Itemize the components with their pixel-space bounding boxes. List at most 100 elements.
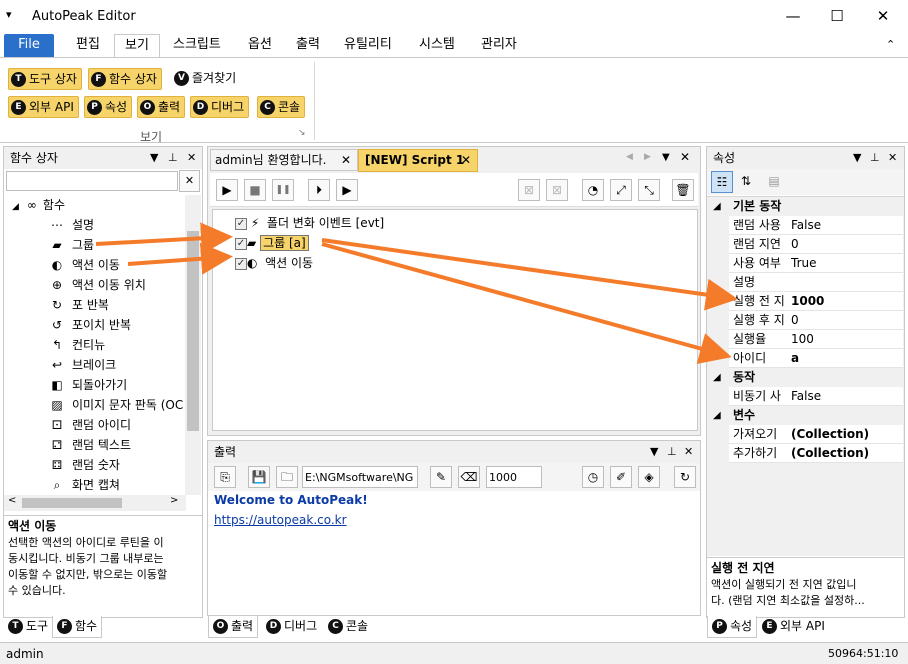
panel-dropdown-icon[interactable]: ▼ <box>150 147 158 169</box>
panel-dropdown-icon[interactable]: ▼ <box>650 441 658 463</box>
tab-admin[interactable]: 관리자 <box>471 34 527 58</box>
property-row[interactable]: 실행 전 지 1000 <box>707 292 903 311</box>
panel-close-icon[interactable]: ✕ <box>888 147 897 169</box>
timer-button[interactable]: ◔ <box>582 179 604 201</box>
property-category[interactable]: ◢ 기본 동작 <box>707 197 903 216</box>
property-row[interactable]: 가져오기 (Collection) <box>707 425 903 444</box>
maximize-button[interactable]: ☐ <box>814 0 860 32</box>
function-item[interactable]: ⚃ 랜덤 숫자 <box>50 455 120 475</box>
tab-toolbox[interactable]: T 도구 <box>4 616 52 638</box>
toolbox-button[interactable]: T 도구 상자 <box>8 68 82 90</box>
script-item-group[interactable]: ✓ ▰ 그룹 [a] <box>235 234 309 252</box>
panel-dropdown-icon[interactable]: ▼ <box>853 147 861 169</box>
property-category[interactable]: ◢ 변수 <box>707 406 903 425</box>
panel-pin-icon[interactable]: ⊥ <box>168 147 178 169</box>
tab-file[interactable]: File <box>4 34 54 58</box>
panel-pin-icon[interactable]: ⊥ <box>870 147 880 169</box>
property-pages-icon[interactable]: ▤ <box>763 171 785 193</box>
external-api-button[interactable]: E 외부 API <box>8 96 79 118</box>
property-row[interactable]: 비동기 사 False <box>707 387 903 406</box>
favorites-button[interactable]: V 즐겨찾기 <box>174 68 236 90</box>
property-row[interactable]: 랜덤 사용 False <box>707 216 903 235</box>
function-item[interactable]: ↰ 컨티뉴 <box>50 335 105 355</box>
tab-output-pane[interactable]: O 출력 <box>208 616 259 638</box>
save-button[interactable]: 💾 <box>248 466 270 488</box>
property-row[interactable]: 추가하기 (Collection) <box>707 444 903 463</box>
open-folder-button[interactable]: 🗀 <box>276 466 298 488</box>
tab-utility[interactable]: 유틸리티 <box>334 34 402 58</box>
function-item[interactable]: ▰ 그룹 <box>50 235 94 255</box>
run-button[interactable]: ▶ <box>216 179 238 201</box>
property-value[interactable]: 1000 <box>791 292 824 311</box>
tab-console-pane[interactable]: C 콘솔 <box>324 616 372 638</box>
property-value[interactable]: True <box>791 254 817 273</box>
fill-button[interactable]: ◈ <box>638 466 660 488</box>
tab-functions[interactable]: F 함수 <box>52 616 103 638</box>
checkbox[interactable]: ✓ <box>235 217 247 230</box>
pause-button[interactable]: ❚❚ <box>272 179 294 201</box>
tab-debug-pane[interactable]: D 디버그 <box>262 616 321 638</box>
property-value[interactable]: False <box>791 387 821 406</box>
console-button[interactable]: C 콘솔 <box>257 96 306 118</box>
function-item[interactable]: ⚁ 랜덤 텍스트 <box>50 435 131 455</box>
tree-hscroll-thumb[interactable] <box>22 498 122 508</box>
sort-alpha-icon[interactable]: ⇅ <box>735 171 757 193</box>
refresh-button[interactable]: ↻ <box>674 466 696 488</box>
step-button[interactable]: ⏵ <box>308 179 330 201</box>
tab-welcome[interactable]: admin님 환영합니다. ✕ <box>210 149 358 171</box>
dialog-launcher-icon[interactable]: ↘ <box>298 128 306 138</box>
collapse-button[interactable]: ⤡ <box>638 179 660 201</box>
property-value[interactable]: a <box>791 349 799 368</box>
function-box-button[interactable]: F 함수 상자 <box>88 68 162 90</box>
tab-options[interactable]: 옵션 <box>238 34 282 58</box>
brush-button[interactable]: ✐ <box>610 466 632 488</box>
quick-access-dropdown-icon[interactable]: ▾ <box>6 8 12 21</box>
function-item[interactable]: ⌕ 화면 캡쳐 <box>50 475 120 495</box>
collapse-icon[interactable]: ◢ <box>713 406 721 425</box>
output-path-input[interactable] <box>302 466 418 488</box>
tab-output[interactable]: 출력 <box>286 34 330 58</box>
tab-list-icon[interactable]: ▼ <box>662 152 670 163</box>
function-item[interactable]: ↺ 포이치 반복 <box>50 315 131 335</box>
tree-hscrollbar[interactable]: < > <box>4 495 186 511</box>
ribbon-collapse-icon[interactable]: ⌃ <box>886 38 895 51</box>
property-row[interactable]: 랜덤 지연 0 <box>707 235 903 254</box>
property-row[interactable]: 설명 <box>707 273 903 292</box>
tree-root[interactable]: ◢ ∞ 함수 <box>12 195 65 215</box>
scroll-left-icon[interactable]: < <box>8 495 16 506</box>
panel-close-icon[interactable]: ✕ <box>187 147 196 169</box>
tab-edit[interactable]: 편집 <box>66 34 110 58</box>
line-count-input[interactable] <box>486 466 542 488</box>
script-item-event[interactable]: ✓ ⚡ 폴더 변화 이벤트 [evt] <box>235 214 384 232</box>
stop-button[interactable]: ■ <box>244 179 266 201</box>
script-item-goto[interactable]: ✓ ◐ 액션 이동 <box>235 254 313 272</box>
tab-system[interactable]: 시스템 <box>409 34 465 58</box>
expand-button[interactable]: ⤢ <box>610 179 632 201</box>
property-row[interactable]: 사용 여부 True <box>707 254 903 273</box>
autopeak-link[interactable]: https://autopeak.co.kr <box>214 513 347 527</box>
collapse-icon[interactable]: ◢ <box>713 197 721 216</box>
disabled-button[interactable]: ⊠ <box>518 179 540 201</box>
scroll-right-icon[interactable]: > <box>170 495 178 506</box>
property-value[interactable]: 0 <box>791 235 799 254</box>
panel-close-icon[interactable]: ✕ <box>684 441 693 463</box>
function-item[interactable]: ⊕ 액션 이동 위치 <box>50 275 146 295</box>
categorized-view-icon[interactable]: ☷ <box>711 171 733 193</box>
eraser-button[interactable]: ⌫ <box>458 466 480 488</box>
function-item[interactable]: ◐ 액션 이동 <box>50 255 120 275</box>
function-item[interactable]: ↻ 포 반복 <box>50 295 109 315</box>
disabled-button[interactable]: ⊠ <box>546 179 568 201</box>
tab-next-icon[interactable]: ▶ <box>644 152 651 162</box>
clear-button[interactable]: ✎ <box>430 466 452 488</box>
tab-script[interactable]: 스크립트 <box>163 34 231 58</box>
property-value[interactable]: False <box>791 216 821 235</box>
checkbox[interactable]: ✓ <box>235 237 247 250</box>
search-clear-button[interactable]: ✕ <box>179 170 200 192</box>
tab-external-api-pane[interactable]: E 외부 API <box>758 616 829 638</box>
checkbox[interactable]: ✓ <box>235 257 247 270</box>
debug-button[interactable]: D 디버그 <box>190 96 250 118</box>
editor-close-icon[interactable]: ✕ <box>680 150 690 164</box>
function-item[interactable]: ◧ 되돌아가기 <box>50 375 127 395</box>
collapse-icon[interactable]: ◢ <box>713 368 721 387</box>
property-value[interactable]: 100 <box>791 330 814 349</box>
